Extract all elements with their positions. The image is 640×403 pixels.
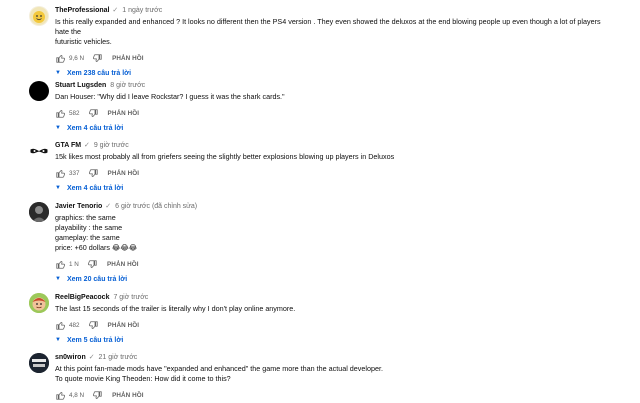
view-replies-label: Xem 4 câu trả lời — [66, 184, 124, 192]
like-count: 482 — [69, 321, 80, 329]
like-count: 337 — [69, 169, 80, 177]
like-icon[interactable] — [55, 390, 66, 401]
author-name[interactable]: ReelBigPeacock — [55, 294, 109, 301]
author-name[interactable]: sn0wiron — [55, 354, 86, 361]
like-icon[interactable] — [55, 320, 66, 331]
comments-section: TheProfessional ✓ 1 ngày trước Is this r… — [0, 0, 640, 403]
smiley-icon — [30, 7, 48, 25]
chevron-down-icon: ▼ — [55, 276, 61, 282]
view-replies-label: Xem 20 câu trả lời — [66, 275, 128, 283]
comment-text: The last 15 seconds of the trailer is li… — [55, 304, 296, 313]
view-replies-button[interactable]: ▼ Xem 238 câu trả lời — [55, 68, 615, 78]
like-icon[interactable] — [55, 108, 66, 119]
comment-time[interactable]: 6 giờ trước (đã chỉnh sửa) — [115, 203, 197, 210]
cartoon-face-icon — [29, 293, 49, 313]
view-replies-label: Xem 238 câu trả lời — [66, 69, 132, 77]
dislike-icon[interactable] — [87, 259, 98, 270]
author-name[interactable]: Stuart Lugsden — [55, 82, 106, 89]
chevron-down-icon: ▼ — [55, 70, 61, 76]
comment-text: Is this really expanded and enhanced ? I… — [55, 17, 601, 46]
comment-text: Dan Houser: "Why did I leave Rockstar? I… — [55, 92, 285, 101]
reply-button[interactable]: PHẢN HỒI — [107, 261, 139, 268]
avatar[interactable] — [29, 141, 49, 161]
reply-button[interactable]: PHẢN HỒI — [112, 392, 144, 399]
view-replies-label: Xem 4 câu trả lời — [66, 124, 124, 132]
comment-time[interactable]: 8 giờ trước — [110, 82, 145, 89]
reply-button[interactable]: PHẢN HỒI — [112, 55, 144, 62]
chevron-down-icon: ▼ — [55, 337, 61, 343]
verified-check-icon: ✓ — [112, 7, 119, 14]
comment-time[interactable]: 1 ngày trước — [122, 7, 162, 14]
comment-time[interactable]: 21 giờ trước — [99, 354, 138, 361]
reply-button[interactable]: PHẢN HỒI — [108, 322, 140, 329]
avatar[interactable] — [29, 6, 49, 26]
like-count: 9,6 N — [69, 54, 85, 62]
channel-logo-icon — [29, 353, 49, 373]
person-photo-icon — [29, 202, 49, 222]
dislike-icon[interactable] — [88, 168, 99, 179]
like-icon[interactable] — [55, 168, 66, 179]
author-name[interactable]: GTA FM — [55, 142, 81, 149]
comment-text: At this point fan-made mods have "expand… — [55, 364, 383, 383]
view-replies-label: Xem 5 câu trả lời — [66, 336, 124, 344]
comment-time[interactable]: 9 giờ trước — [94, 142, 129, 149]
verified-check-icon: ✓ — [88, 354, 95, 361]
view-replies-button[interactable]: ▼ Xem 4 câu trả lời — [55, 123, 615, 133]
like-icon[interactable] — [55, 53, 66, 64]
mask-logo-icon — [30, 148, 48, 154]
avatar[interactable] — [29, 202, 49, 222]
reply-button[interactable]: PHẢN HỒI — [108, 110, 140, 117]
dislike-icon[interactable] — [88, 108, 99, 119]
view-replies-button[interactable]: ▼ Xem 4 câu trả lời — [55, 183, 615, 193]
comment-text: graphics: the same playability : the sam… — [55, 213, 138, 252]
chevron-down-icon: ▼ — [55, 185, 61, 191]
comment-text: 15k likes most probably all from griefer… — [55, 152, 395, 161]
verified-check-icon: ✓ — [105, 203, 112, 210]
like-icon[interactable] — [55, 259, 66, 270]
chevron-down-icon: ▼ — [55, 125, 61, 131]
dislike-icon[interactable] — [92, 53, 103, 64]
reply-button[interactable]: PHẢN HỒI — [108, 170, 140, 177]
verified-check-icon: ✓ — [84, 142, 90, 149]
avatar[interactable] — [29, 353, 49, 373]
avatar[interactable] — [29, 293, 49, 313]
author-name[interactable]: Javier Tenorio — [55, 203, 102, 210]
view-replies-button[interactable]: ▼ Xem 20 câu trả lời — [55, 274, 615, 284]
like-count: 1 N — [69, 260, 79, 268]
like-count: 4,8 N — [69, 391, 85, 399]
dislike-icon[interactable] — [88, 320, 99, 331]
comment-time[interactable]: 7 giờ trước — [113, 294, 148, 301]
like-count: 582 — [69, 109, 80, 117]
view-replies-button[interactable]: ▼ Xem 5 câu trả lời — [55, 335, 615, 345]
author-name[interactable]: TheProfessional — [55, 7, 109, 14]
dislike-icon[interactable] — [92, 390, 103, 401]
avatar[interactable] — [29, 81, 49, 101]
